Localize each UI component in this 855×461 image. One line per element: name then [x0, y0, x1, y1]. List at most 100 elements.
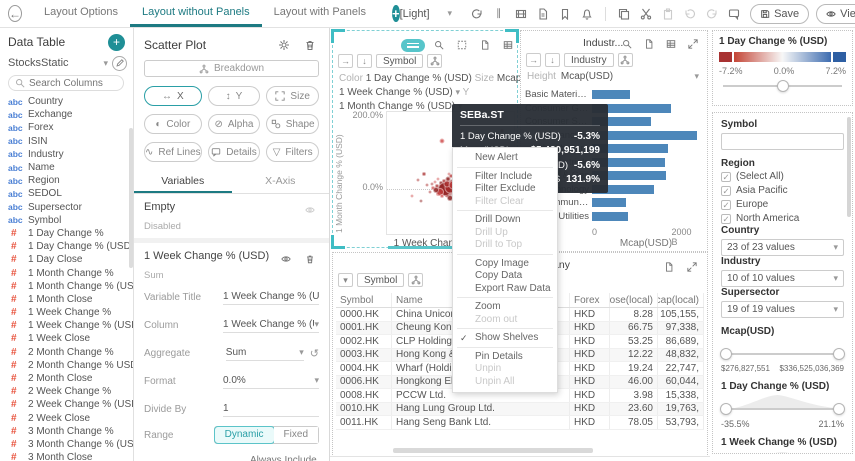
negative-color-swatch[interactable]	[719, 52, 732, 62]
edit-source-button[interactable]	[112, 55, 127, 71]
column-list-item[interactable]: abc Supersector	[8, 201, 133, 214]
color-mapping-value[interactable]: 1 Day Change % (USD)	[366, 73, 472, 84]
column-list-item[interactable]: # 1 Day Change % (USD)	[8, 240, 133, 253]
copy-icon[interactable]	[615, 5, 633, 23]
network-icon[interactable]	[408, 273, 424, 287]
column-list-item[interactable]: abc Name	[8, 161, 133, 174]
column-list-item[interactable]: abc Exchange	[8, 108, 133, 121]
column-list-item[interactable]: # 3 Month Change % (USD)	[8, 438, 133, 451]
scatter-point[interactable]	[433, 180, 437, 184]
scatter-point[interactable]	[430, 182, 434, 186]
column-list-item[interactable]: abc SEDOL	[8, 187, 133, 200]
column-list-item[interactable]: # 2 Month Change % USD	[8, 359, 133, 372]
context-menu-item[interactable]: New Alert	[453, 152, 557, 167]
column-list-item[interactable]: abc Region	[8, 174, 133, 187]
sort-row-button[interactable]: →	[526, 53, 541, 67]
scatter-point[interactable]	[410, 194, 414, 198]
eye-icon[interactable]	[277, 250, 295, 268]
context-menu-item[interactable]: Copy Image	[453, 258, 557, 271]
search-icon[interactable]	[430, 36, 448, 54]
column-list-item[interactable]: # 2 Week Change % (USD)	[8, 398, 133, 411]
aggregate-select[interactable]: Sum ▾	[225, 345, 304, 361]
column-list-item[interactable]: abc Symbol	[8, 214, 133, 227]
context-menu-item[interactable]: Copy Data	[453, 270, 557, 283]
export-excel-icon[interactable]	[640, 35, 658, 53]
column-list-item[interactable]: abc Country	[8, 95, 133, 108]
export-excel-icon[interactable]	[476, 36, 494, 54]
x-shelf-button[interactable]: ↔ X	[144, 86, 202, 106]
column-list-item[interactable]: abc ISIN	[8, 135, 133, 148]
table-row[interactable]: 0011.HK Hang Seng Bank Ltd. HKD 78.05 53…	[336, 416, 704, 430]
column-search-input[interactable]	[29, 77, 109, 89]
column-list-item[interactable]: # 2 Month Change %	[8, 346, 133, 359]
column-list-item[interactable]: # 2 Week Close	[8, 412, 133, 425]
positive-color-swatch[interactable]	[833, 52, 846, 62]
film-icon[interactable]	[512, 5, 530, 23]
scatter-point[interactable]	[428, 190, 432, 194]
scatter-point[interactable]	[422, 172, 427, 177]
sort-column-button[interactable]: ↓	[357, 54, 372, 68]
view-button[interactable]: View	[816, 3, 855, 24]
checkbox-row[interactable]: ✓ (Select All)	[721, 170, 844, 183]
breakdown-chip[interactable]: Symbol	[376, 54, 424, 68]
checkbox-row[interactable]: ✓ Asia Pacific	[721, 184, 844, 197]
pdf-export-icon[interactable]	[534, 5, 552, 23]
eye-icon[interactable]	[301, 201, 319, 219]
context-menu-item[interactable]: Zoom	[453, 301, 557, 314]
horizontal-scrollbar[interactable]	[393, 448, 593, 453]
scatter-point[interactable]	[419, 199, 423, 203]
column-list-item[interactable]: abc Forex	[8, 121, 133, 134]
context-menu-item[interactable]: Export Raw Data	[453, 283, 557, 298]
maximize-icon[interactable]	[683, 258, 701, 276]
shape-shelf-button[interactable]: Shape	[266, 114, 319, 134]
scatter-point[interactable]	[439, 138, 445, 144]
format-select[interactable]: 0.0% ▾	[223, 373, 319, 389]
search-icon[interactable]	[618, 35, 636, 53]
range-fixed-option[interactable]: Fixed	[273, 427, 318, 443]
checkbox-row[interactable]: ✓ North America	[721, 212, 844, 225]
checkbox-row[interactable]: ✓ Europe	[721, 198, 844, 211]
context-menu-item[interactable]: Pin Details	[453, 351, 557, 364]
variable-title-input[interactable]: 1 Week Change % (USD)	[223, 289, 319, 305]
gear-icon[interactable]	[275, 36, 293, 54]
add-data-table-button[interactable]: +	[108, 33, 125, 51]
show-table-icon[interactable]	[499, 36, 517, 54]
column-list-item[interactable]: # 3 Month Close	[8, 451, 133, 461]
filter-select[interactable]: 19 of 19 values ▾	[721, 301, 844, 318]
comment-icon[interactable]	[725, 5, 743, 23]
export-excel-icon[interactable]	[660, 258, 678, 276]
scatter-point[interactable]	[432, 186, 439, 193]
column-list-scrollbar[interactable]	[129, 128, 133, 268]
context-menu-item[interactable]: Filter Exclude	[453, 183, 557, 196]
column-list-item[interactable]: # 1 Week Close	[8, 332, 133, 345]
back-button[interactable]: ←	[8, 5, 22, 22]
add-layout-button[interactable]: +	[391, 5, 400, 22]
column-list-item[interactable]: # 1 Week Change % (USD)	[8, 319, 133, 332]
column-list-item[interactable]: # 3 Month Change %	[8, 425, 133, 438]
context-menu-item[interactable]: ✓ Show Shelves	[453, 332, 557, 347]
breakdown-button[interactable]: Breakdown	[144, 60, 319, 77]
scatter-point[interactable]	[447, 172, 451, 176]
scatter-point[interactable]	[436, 177, 440, 181]
reset-icon[interactable]: ↺	[310, 347, 319, 360]
filter-select[interactable]: 23 of 23 values ▾	[721, 239, 844, 256]
bell-icon[interactable]	[578, 5, 596, 23]
trash-icon[interactable]	[301, 36, 319, 54]
maximize-icon[interactable]	[684, 35, 702, 53]
network-icon[interactable]	[427, 54, 443, 68]
ref-lines-button[interactable]: ∿ Ref Lines	[144, 142, 202, 162]
column-list-item[interactable]: # 1 Month Change % (USD)	[8, 280, 133, 293]
column-list-item[interactable]: # 2 Week Change %	[8, 385, 133, 398]
cut-icon[interactable]	[637, 5, 655, 23]
x-mapping-value[interactable]: 1 Week Change % (USD)	[339, 87, 453, 98]
table-row[interactable]: 0010.HK Hang Lung Group Ltd. HKD 23.60 1…	[336, 402, 704, 416]
bar[interactable]	[592, 198, 626, 208]
details-button[interactable]: Details	[207, 142, 261, 162]
theme-select[interactable]: [Light] ▾	[400, 0, 453, 27]
refresh-icon[interactable]	[468, 5, 486, 23]
layout-tab[interactable]: Layout without Panels	[130, 0, 262, 27]
layout-tab[interactable]: Layout with Panels	[262, 0, 378, 27]
trash-icon[interactable]	[301, 250, 319, 268]
bookmark-icon[interactable]	[556, 5, 574, 23]
context-menu-item[interactable]: Filter Include	[453, 171, 557, 184]
